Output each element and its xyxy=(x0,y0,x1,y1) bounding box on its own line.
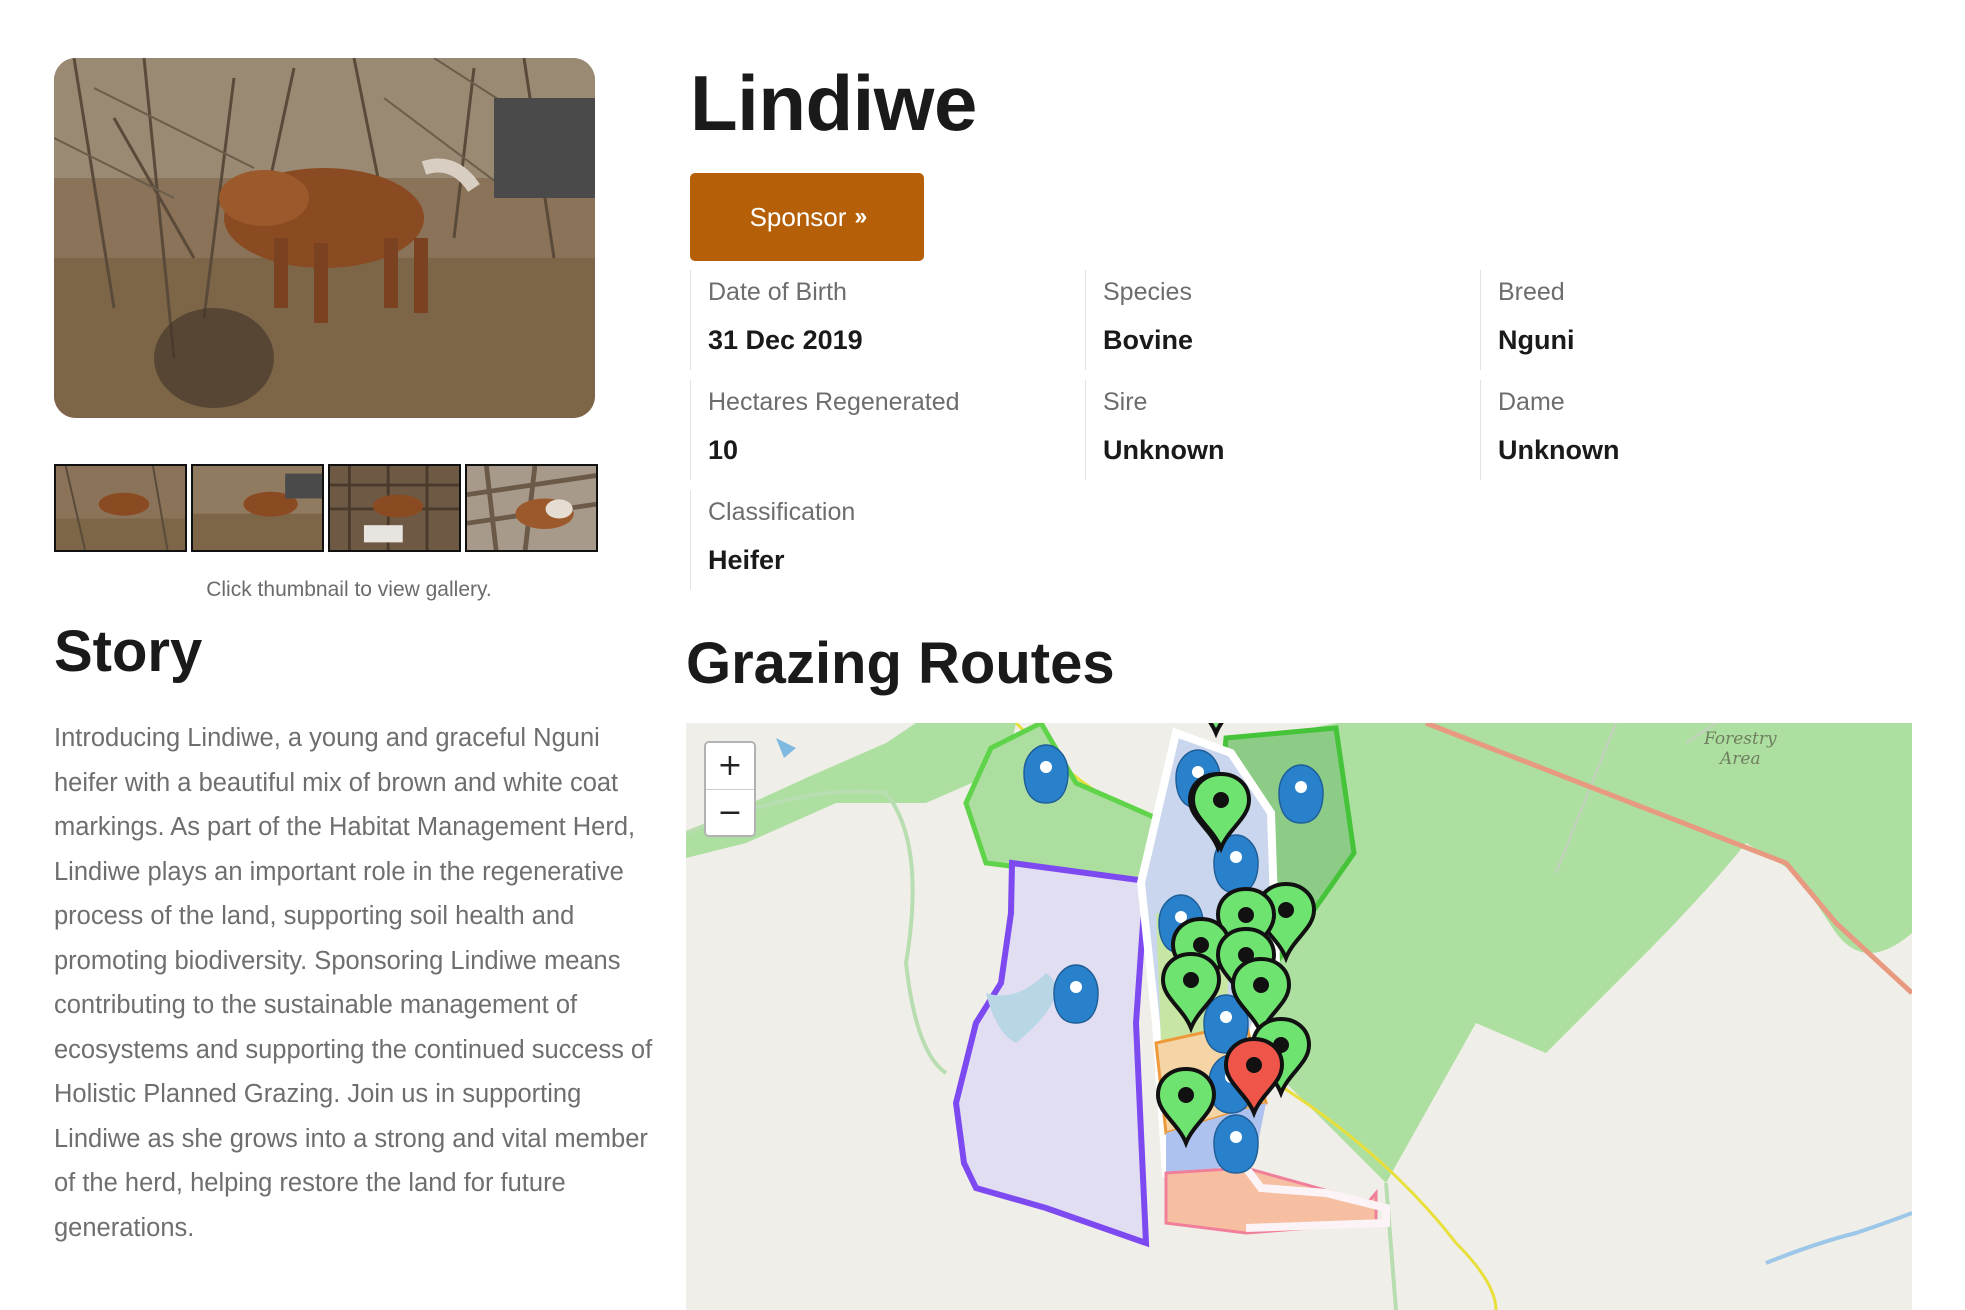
gallery-thumbnail[interactable] xyxy=(191,464,324,552)
double-chevron-right-icon: ›› xyxy=(854,203,867,230)
detail-value: 31 Dec 2019 xyxy=(708,325,863,355)
detail-dame: Dame Unknown xyxy=(1480,380,1875,480)
grazing-routes-heading: Grazing Routes xyxy=(686,631,1115,696)
detail-label: Dame xyxy=(1498,388,1565,416)
detail-date-of-birth: Date of Birth 31 Dec 2019 xyxy=(690,270,1085,370)
sponsor-button[interactable]: Sponsor ›› xyxy=(690,173,924,261)
detail-hectares-regenerated: Hectares Regenerated 10 xyxy=(690,380,1085,480)
main-animal-photo xyxy=(54,58,595,418)
detail-value: Bovine xyxy=(1103,325,1194,355)
detail-label: Hectares Regenerated xyxy=(708,388,960,416)
gallery-thumbnail[interactable] xyxy=(328,464,461,552)
gallery-thumbnail[interactable] xyxy=(465,464,598,552)
forestry-label-line: Forestry xyxy=(1704,729,1777,749)
forestry-area-label: Forestry Area xyxy=(1704,729,1777,769)
zoom-in-button[interactable]: + xyxy=(706,743,754,789)
detail-label: Breed xyxy=(1498,278,1565,306)
map-markers xyxy=(1023,723,1324,1174)
detail-sire: Sire Unknown xyxy=(1085,380,1480,480)
thumbnail-strip xyxy=(54,464,598,555)
gallery-hint-text: Click thumbnail to view gallery. xyxy=(206,578,492,601)
detail-classification: Classification Heifer xyxy=(690,490,1085,590)
forestry-label-line: Area xyxy=(1719,749,1761,769)
detail-breed: Breed Nguni xyxy=(1480,270,1875,370)
detail-value: Nguni xyxy=(1498,325,1575,355)
grazing-routes-map[interactable]: Forestry Area + − xyxy=(686,723,1912,1310)
detail-value: Unknown xyxy=(1498,435,1620,465)
story-heading: Story xyxy=(54,619,203,684)
detail-value: 10 xyxy=(708,435,739,465)
zoom-out-button[interactable]: − xyxy=(706,789,754,835)
sponsor-button-label: Sponsor xyxy=(749,201,847,232)
detail-label: Classification xyxy=(708,498,856,526)
animal-name-title: Lindiwe xyxy=(690,59,977,147)
story-paragraph: Introducing Lindiwe, a young and gracefu… xyxy=(54,724,653,1242)
gallery-thumbnail[interactable] xyxy=(54,464,187,552)
detail-label: Date of Birth xyxy=(708,278,847,306)
detail-value: Heifer xyxy=(708,545,785,575)
detail-value: Unknown xyxy=(1103,435,1225,465)
detail-species: Species Bovine xyxy=(1085,270,1480,370)
map-zoom-control: + − xyxy=(704,741,756,837)
detail-label: Sire xyxy=(1103,388,1148,416)
detail-label: Species xyxy=(1103,278,1192,306)
